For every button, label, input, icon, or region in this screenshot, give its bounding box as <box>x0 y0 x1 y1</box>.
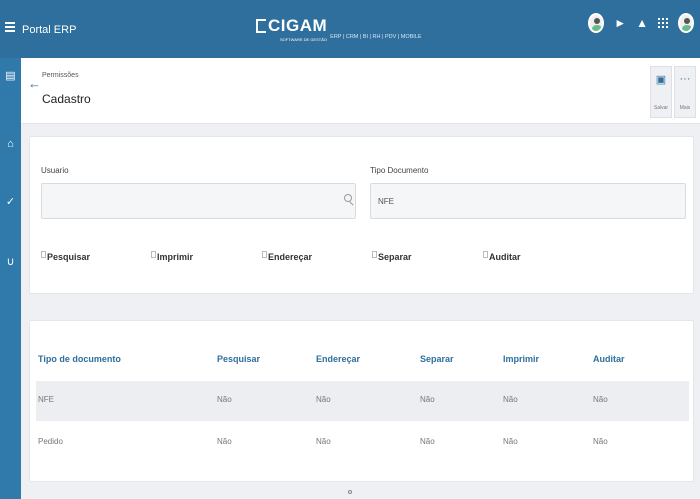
table-row[interactable]: Pedido Não Não Não Não Não <box>36 423 689 463</box>
col-separar[interactable]: Separar <box>420 354 454 364</box>
checkbox-box[interactable] <box>372 251 377 258</box>
checkbox-box[interactable] <box>262 251 267 258</box>
col-tipo-documento[interactable]: Tipo de documento <box>38 354 121 364</box>
warehouse-icon[interactable]: ⌂ <box>4 138 17 151</box>
col-imprimir[interactable]: Imprimir <box>503 354 539 364</box>
logo-subtitle: SOFTWARE DE GESTÃO <box>280 37 327 42</box>
checkbox-box[interactable] <box>41 251 46 258</box>
logo-mark-icon <box>256 19 266 33</box>
col-auditar[interactable]: Auditar <box>593 354 625 364</box>
cart-icon[interactable]: ∪ <box>4 256 17 269</box>
cell-tipo: NFE <box>38 395 54 404</box>
top-bar: Portal ERP CIGAM SOFTWARE DE GESTÃO ERP … <box>0 0 700 58</box>
usuario-input[interactable] <box>41 183 356 219</box>
imprimir-checkbox[interactable]: Imprimir <box>151 251 194 262</box>
user-avatar[interactable] <box>678 13 694 33</box>
imprimir-label: Imprimir <box>157 252 194 262</box>
results-table: Tipo de documento Pesquisar Endereçar Se… <box>29 320 694 482</box>
separar-label: Separar <box>378 252 412 262</box>
page-title: Cadastro <box>42 92 91 106</box>
top-icons: ► ▲ <box>588 13 694 33</box>
tipo-documento-input[interactable]: NFE <box>370 183 686 219</box>
cell-separar: Não <box>420 395 435 404</box>
cell-enderecar: Não <box>316 437 331 446</box>
pesquisar-checkbox[interactable]: Pesquisar <box>41 251 91 262</box>
search-icon[interactable] <box>344 194 354 206</box>
pesquisar-label: Pesquisar <box>47 252 91 262</box>
back-arrow-icon[interactable]: ← <box>28 76 41 91</box>
portal-title[interactable]: Portal ERP <box>22 24 76 36</box>
play-icon[interactable]: ► <box>614 17 626 29</box>
catalog-icon[interactable]: ▤ <box>4 70 17 83</box>
cell-imprimir: Não <box>503 437 518 446</box>
cell-separar: Não <box>420 437 435 446</box>
cell-imprimir: Não <box>503 395 518 404</box>
hamburger-menu-icon[interactable] <box>5 22 15 32</box>
sidebar: ▤ ⌂ ✓ ∪ <box>0 58 21 499</box>
col-pesquisar[interactable]: Pesquisar <box>217 354 260 364</box>
logo-modules: ERP | CRM | BI | RH | PDV | MOBILE <box>330 34 422 40</box>
col-enderecar[interactable]: Endereçar <box>316 354 360 364</box>
cell-auditar: Não <box>593 437 608 446</box>
save-label: Salvar <box>653 105 669 111</box>
cart-check-icon[interactable]: ✓ <box>4 196 17 209</box>
more-dots-icon: ··· <box>679 73 691 85</box>
scroll-indicator <box>348 490 352 494</box>
enderecar-label: Endereçar <box>268 252 313 262</box>
breadcrumb[interactable]: Permissões <box>42 72 79 79</box>
usuario-label: Usuario <box>41 166 69 175</box>
save-button[interactable]: ▣ Salvar <box>650 66 672 118</box>
page-header: ← Permissões Cadastro ▣ Salvar ··· Mais <box>21 58 700 124</box>
filters-card: Usuario Tipo Documento NFE Pesquisar Imp… <box>29 136 694 294</box>
auditar-checkbox[interactable]: Auditar <box>483 251 521 262</box>
auditar-label: Auditar <box>489 252 521 262</box>
checkbox-box[interactable] <box>151 251 156 258</box>
bell-icon[interactable]: ▲ <box>636 17 648 29</box>
more-button[interactable]: ··· Mais <box>674 66 696 118</box>
cell-auditar: Não <box>593 395 608 404</box>
table-row[interactable]: NFE Não Não Não Não Não <box>36 381 689 421</box>
company-avatar[interactable] <box>588 13 605 33</box>
cigam-logo: CIGAM SOFTWARE DE GESTÃO ERP | CRM | BI … <box>256 17 422 47</box>
enderecar-checkbox[interactable]: Endereçar <box>262 251 313 262</box>
tipo-documento-label: Tipo Documento <box>370 166 429 175</box>
separar-checkbox[interactable]: Separar <box>372 251 412 262</box>
more-label: Mais <box>679 105 691 111</box>
cell-enderecar: Não <box>316 395 331 404</box>
logo-text: CIGAM <box>268 16 328 35</box>
cell-tipo: Pedido <box>38 437 63 446</box>
cell-pesquisar: Não <box>217 395 232 404</box>
apps-grid-icon[interactable] <box>658 18 668 28</box>
checkbox-box[interactable] <box>483 251 488 258</box>
floppy-disk-icon: ▣ <box>655 74 667 86</box>
cell-pesquisar: Não <box>217 437 232 446</box>
